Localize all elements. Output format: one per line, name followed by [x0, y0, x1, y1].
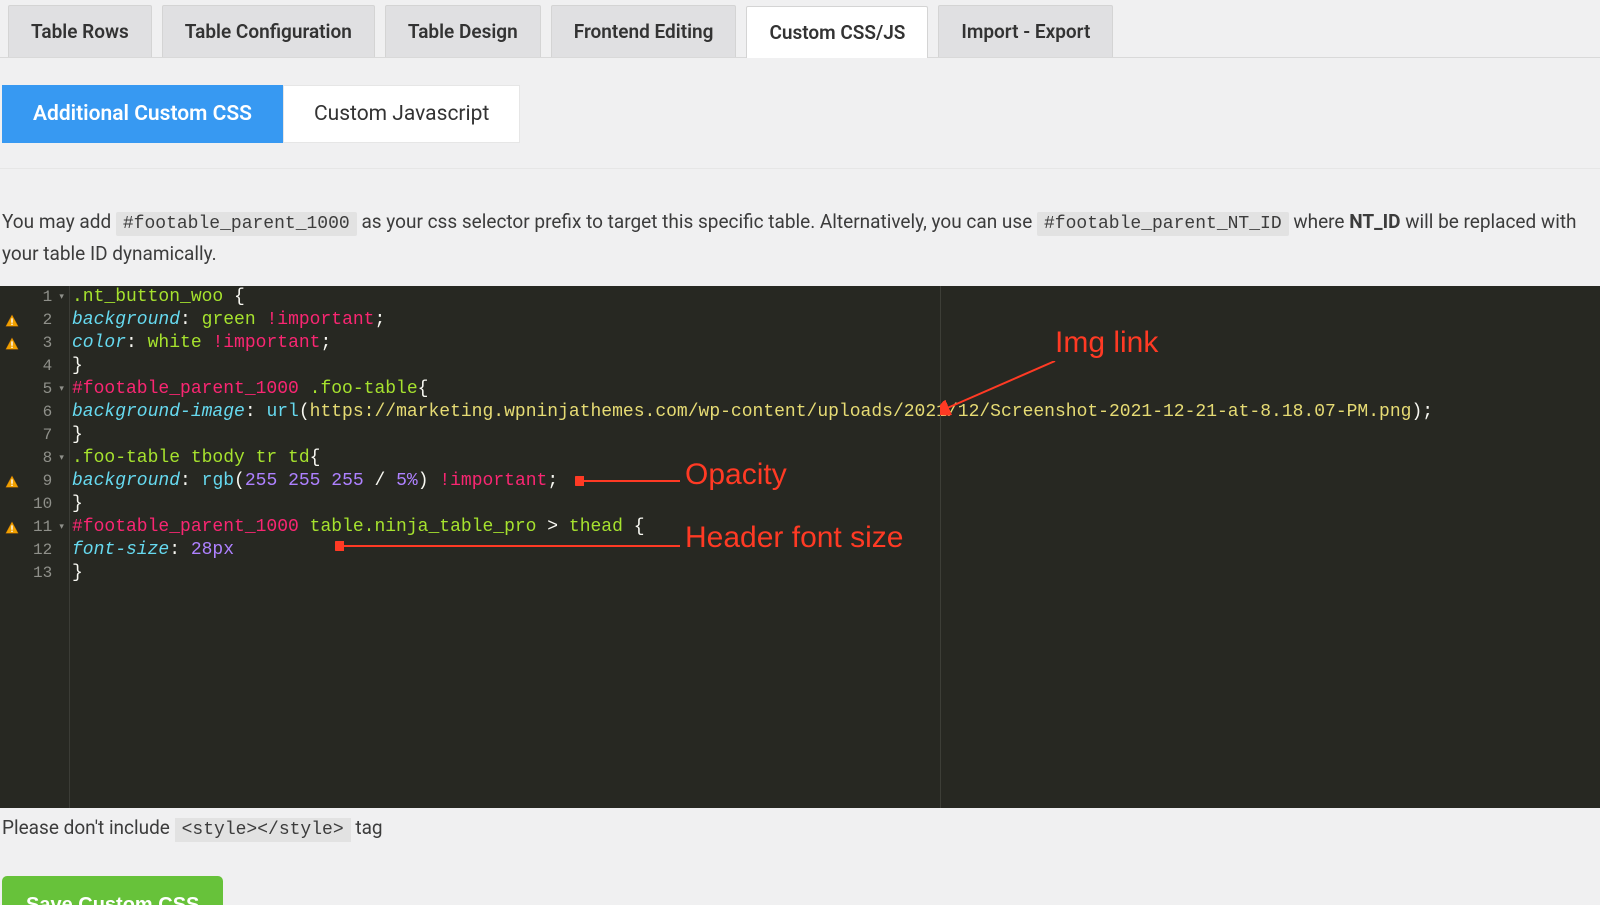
sub-tab-custom-javascript[interactable]: Custom Javascript [283, 85, 520, 143]
code-line[interactable]: #footable_parent_1000 table.ninja_table_… [72, 516, 1600, 539]
selector-code-1: #footable_parent_1000 [116, 212, 357, 236]
fold-icon[interactable]: ▾ [54, 378, 69, 401]
line-number: 10 [25, 493, 55, 516]
main-tabs: Table RowsTable ConfigurationTable Desig… [0, 0, 1600, 58]
note-post: tag [355, 816, 382, 839]
code-line[interactable]: } [72, 493, 1600, 516]
gutter-row: 10 [0, 493, 69, 516]
line-number: 12 [25, 539, 55, 562]
print-margin-line [940, 286, 941, 808]
line-number: 1 [25, 286, 55, 309]
warning-icon [0, 475, 25, 489]
tab-table-configuration[interactable]: Table Configuration [162, 5, 375, 57]
info-text-1: You may add [2, 210, 116, 233]
line-number: 3 [25, 332, 55, 355]
code-line[interactable]: background: green !important; [72, 309, 1600, 332]
info-bold: NT_ID [1349, 210, 1400, 233]
note-code: <style></style> [175, 818, 351, 842]
line-number: 13 [25, 562, 55, 585]
code-line[interactable]: #footable_parent_1000 .foo-table{ [72, 378, 1600, 401]
warning-icon [0, 314, 25, 328]
code-line[interactable]: background: rgb(255 255 255 / 5%) !impor… [72, 470, 1600, 493]
code-area[interactable]: .nt_button_woo {background: green !impor… [72, 286, 1600, 585]
line-number: 8 [25, 447, 55, 470]
gutter-row: 8▾ [0, 447, 69, 470]
gutter-row: 11▾ [0, 516, 69, 539]
gutter-row: 13 [0, 562, 69, 585]
note-pre: Please don't include [2, 816, 175, 839]
line-number: 11 [25, 516, 55, 539]
warning-icon [0, 521, 25, 535]
code-line[interactable]: .foo-table tbody tr td{ [72, 447, 1600, 470]
gutter-row: 7 [0, 424, 69, 447]
sub-tabs: Additional Custom CSSCustom Javascript [0, 58, 1600, 143]
fold-icon[interactable]: ▾ [54, 516, 69, 539]
tab-import-export[interactable]: Import - Export [938, 5, 1113, 57]
line-number: 7 [25, 424, 55, 447]
editor-gutter: 1▾2345▾678▾91011▾1213 [0, 286, 70, 808]
code-line[interactable]: background-image: url(https://marketing.… [72, 401, 1600, 424]
line-number: 5 [25, 378, 55, 401]
save-custom-css-button[interactable]: Save Custom CSS [2, 876, 223, 905]
code-line[interactable]: } [72, 562, 1600, 585]
css-code-editor[interactable]: 1▾2345▾678▾91011▾1213 .nt_button_woo {ba… [0, 286, 1600, 808]
sub-tab-additional-custom-css[interactable]: Additional Custom CSS [2, 85, 283, 143]
style-tag-note: Please don't include <style></style> tag [0, 810, 1600, 846]
line-number: 2 [25, 309, 55, 332]
gutter-row: 2 [0, 309, 69, 332]
gutter-row: 6 [0, 401, 69, 424]
line-number: 4 [25, 355, 55, 378]
tab-custom-css-js[interactable]: Custom CSS/JS [746, 6, 928, 58]
line-number: 6 [25, 401, 55, 424]
tab-table-rows[interactable]: Table Rows [8, 5, 152, 57]
selector-code-2: #footable_parent_NT_ID [1037, 212, 1289, 236]
info-text-3: where [1293, 210, 1349, 233]
gutter-row: 5▾ [0, 378, 69, 401]
code-line[interactable]: font-size: 28px [72, 539, 1600, 562]
gutter-row: 4 [0, 355, 69, 378]
fold-icon[interactable]: ▾ [54, 286, 69, 309]
warning-icon [0, 337, 25, 351]
tab-frontend-editing[interactable]: Frontend Editing [551, 5, 737, 57]
gutter-row: 12 [0, 539, 69, 562]
line-number: 9 [25, 470, 55, 493]
code-line[interactable]: } [72, 355, 1600, 378]
css-selector-info: You may add #footable_parent_1000 as you… [0, 168, 1600, 283]
code-line[interactable]: .nt_button_woo { [72, 286, 1600, 309]
gutter-row: 3 [0, 332, 69, 355]
code-line[interactable]: color: white !important; [72, 332, 1600, 355]
gutter-row: 9 [0, 470, 69, 493]
gutter-row: 1▾ [0, 286, 69, 309]
info-text-2: as your css selector prefix to target th… [361, 210, 1037, 233]
fold-icon[interactable]: ▾ [54, 447, 69, 470]
code-line[interactable]: } [72, 424, 1600, 447]
tab-table-design[interactable]: Table Design [385, 5, 541, 57]
